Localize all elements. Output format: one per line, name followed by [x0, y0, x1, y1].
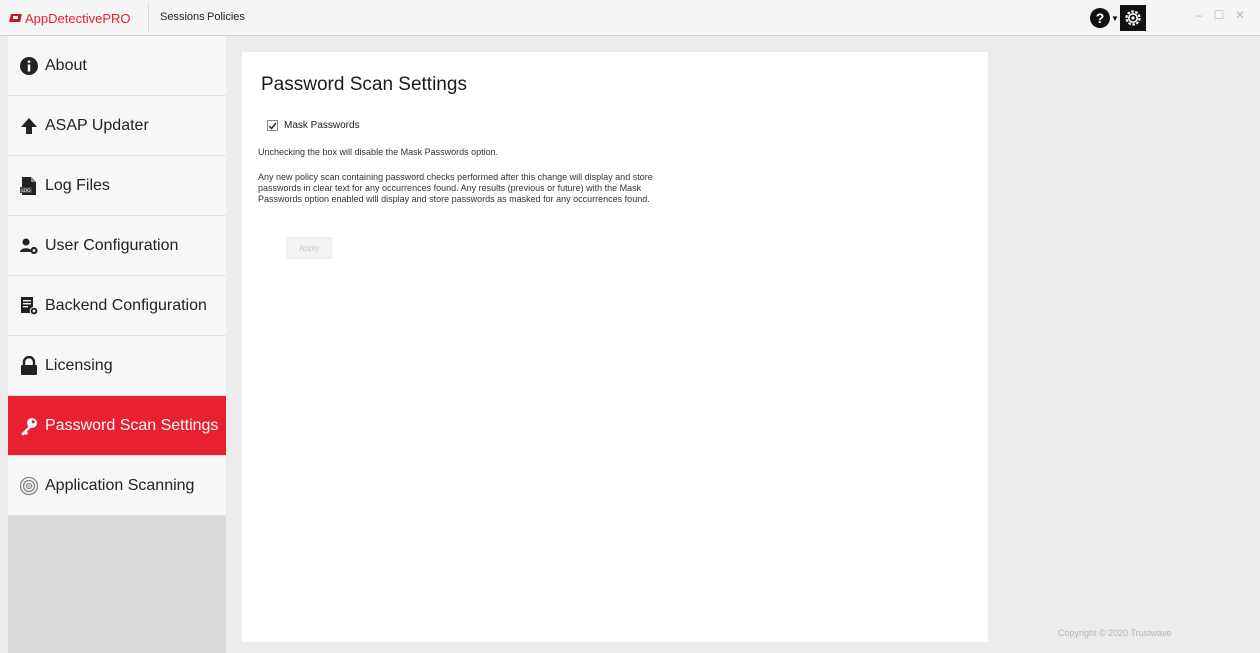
- sidebar-item-label: Password Scan Settings: [45, 416, 219, 434]
- page-title: Password Scan Settings: [261, 74, 467, 95]
- sidebar-item-log-files[interactable]: LOG Log Files: [8, 156, 226, 216]
- sidebar-item-application-scanning[interactable]: Application Scanning: [8, 456, 226, 516]
- sidebar-item-user-configuration[interactable]: User Configuration: [8, 216, 226, 276]
- minimize-button[interactable]: –: [1192, 8, 1206, 22]
- settings-sidebar: About ASAP Updater LOG Log Files User Co…: [8, 36, 226, 653]
- app-name: AppDetectivePRO: [25, 10, 131, 26]
- mask-passwords-warning: Any new policy scan containing password …: [258, 172, 653, 204]
- arrow-up-icon: [19, 116, 39, 136]
- settings-button[interactable]: [1120, 5, 1146, 31]
- sidebar-item-label: Licensing: [45, 356, 113, 374]
- sidebar-item-password-scan-settings[interactable]: Password Scan Settings: [8, 396, 226, 456]
- sidebar-empty-area: [8, 516, 226, 653]
- mask-passwords-description: Unchecking the box will disable the Mask…: [258, 147, 499, 157]
- close-button[interactable]: ✕: [1233, 8, 1247, 22]
- maximize-button[interactable]: ☐: [1212, 8, 1226, 22]
- lock-icon: [19, 355, 39, 376]
- svg-text:LOG: LOG: [21, 187, 31, 193]
- nav-policies[interactable]: Policies: [207, 11, 245, 23]
- checkmark-icon: [268, 122, 277, 130]
- nav-sessions[interactable]: Sessions: [160, 11, 205, 23]
- settings-panel: Password Scan Settings Mask Passwords Un…: [242, 52, 988, 642]
- apply-button[interactable]: Apply: [286, 237, 332, 259]
- mask-passwords-checkbox[interactable]: [267, 120, 278, 131]
- mask-passwords-option[interactable]: Mask Passwords: [267, 120, 360, 131]
- sidebar-item-asap-updater[interactable]: ASAP Updater: [8, 96, 226, 156]
- help-icon: ?: [1090, 8, 1110, 28]
- sidebar-item-licensing[interactable]: Licensing: [8, 336, 226, 396]
- sidebar-item-backend-configuration[interactable]: Backend Configuration: [8, 276, 226, 336]
- sidebar-item-label: Log Files: [45, 176, 110, 194]
- sidebar-item-label: ASAP Updater: [45, 116, 149, 134]
- gear-icon: [1125, 10, 1141, 26]
- key-icon: [19, 416, 39, 436]
- copyright-text: Copyright © 2020 Trustwave: [1058, 628, 1172, 638]
- sidebar-item-label: User Configuration: [45, 236, 179, 254]
- app-logo-icon: [10, 13, 22, 23]
- radar-icon: [19, 476, 39, 496]
- sidebar-item-label: Backend Configuration: [45, 296, 207, 314]
- document-gear-icon: [19, 296, 39, 316]
- mask-passwords-label: Mask Passwords: [284, 120, 360, 131]
- title-bar: AppDetectivePRO Sessions Policies ? ▼ – …: [0, 0, 1260, 36]
- app-logo[interactable]: AppDetectivePRO: [10, 9, 131, 27]
- user-gear-icon: [19, 236, 39, 256]
- log-file-icon: LOG: [19, 176, 39, 196]
- sidebar-item-label: Application Scanning: [45, 476, 195, 494]
- caret-down-icon: ▼: [1111, 13, 1119, 23]
- info-icon: [19, 56, 39, 76]
- sidebar-item-label: About: [45, 56, 87, 74]
- sidebar-item-about[interactable]: About: [8, 36, 226, 96]
- help-menu-button[interactable]: ? ▼: [1090, 7, 1120, 29]
- nav-divider: [148, 4, 149, 32]
